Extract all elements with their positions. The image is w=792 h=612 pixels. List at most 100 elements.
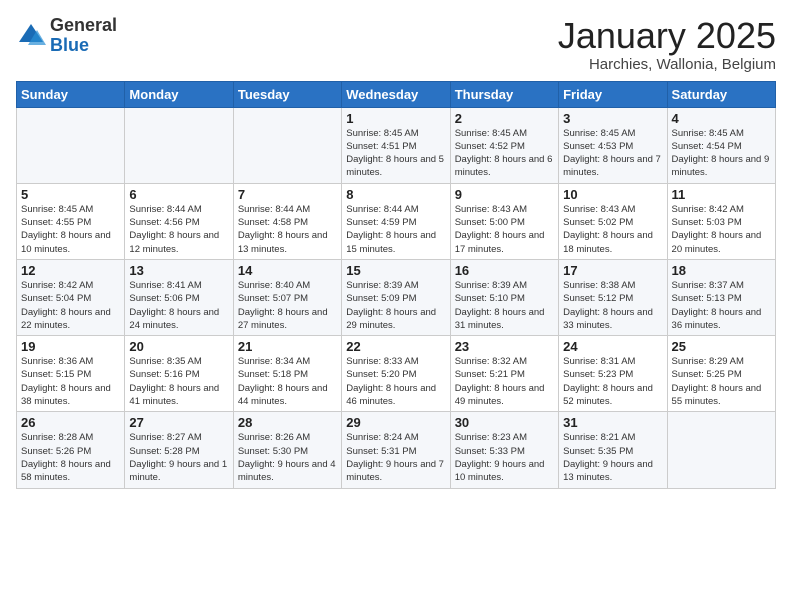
logo-blue-text: Blue: [50, 36, 117, 56]
calendar-day-3: 3Sunrise: 8:45 AM Sunset: 4:53 PM Daylig…: [559, 107, 667, 183]
day-number: 15: [346, 263, 445, 278]
calendar-day-25: 25Sunrise: 8:29 AM Sunset: 5:25 PM Dayli…: [667, 336, 775, 412]
calendar-day-7: 7Sunrise: 8:44 AM Sunset: 4:58 PM Daylig…: [233, 183, 341, 259]
calendar-day-15: 15Sunrise: 8:39 AM Sunset: 5:09 PM Dayli…: [342, 259, 450, 335]
day-info: Sunrise: 8:28 AM Sunset: 5:26 PM Dayligh…: [21, 431, 120, 484]
calendar-day-21: 21Sunrise: 8:34 AM Sunset: 5:18 PM Dayli…: [233, 336, 341, 412]
day-number: 10: [563, 187, 662, 202]
calendar-day-20: 20Sunrise: 8:35 AM Sunset: 5:16 PM Dayli…: [125, 336, 233, 412]
page-container: General Blue January 2025 Harchies, Wall…: [0, 0, 792, 497]
calendar-week-row: 19Sunrise: 8:36 AM Sunset: 5:15 PM Dayli…: [17, 336, 776, 412]
day-number: 31: [563, 415, 662, 430]
day-info: Sunrise: 8:42 AM Sunset: 5:04 PM Dayligh…: [21, 279, 120, 332]
calendar-empty-cell: [667, 412, 775, 488]
day-info: Sunrise: 8:45 AM Sunset: 4:55 PM Dayligh…: [21, 203, 120, 256]
logo-icon: [16, 21, 46, 51]
day-number: 16: [455, 263, 554, 278]
month-title: January 2025: [558, 16, 776, 56]
day-info: Sunrise: 8:29 AM Sunset: 5:25 PM Dayligh…: [672, 355, 771, 408]
calendar-day-30: 30Sunrise: 8:23 AM Sunset: 5:33 PM Dayli…: [450, 412, 558, 488]
calendar-week-row: 5Sunrise: 8:45 AM Sunset: 4:55 PM Daylig…: [17, 183, 776, 259]
day-number: 7: [238, 187, 337, 202]
header: General Blue January 2025 Harchies, Wall…: [16, 16, 776, 73]
day-number: 18: [672, 263, 771, 278]
calendar-week-row: 12Sunrise: 8:42 AM Sunset: 5:04 PM Dayli…: [17, 259, 776, 335]
weekday-header-wednesday: Wednesday: [342, 81, 450, 107]
calendar-day-29: 29Sunrise: 8:24 AM Sunset: 5:31 PM Dayli…: [342, 412, 450, 488]
day-info: Sunrise: 8:36 AM Sunset: 5:15 PM Dayligh…: [21, 355, 120, 408]
calendar-empty-cell: [233, 107, 341, 183]
calendar-day-9: 9Sunrise: 8:43 AM Sunset: 5:00 PM Daylig…: [450, 183, 558, 259]
day-info: Sunrise: 8:32 AM Sunset: 5:21 PM Dayligh…: [455, 355, 554, 408]
day-number: 4: [672, 111, 771, 126]
calendar-day-5: 5Sunrise: 8:45 AM Sunset: 4:55 PM Daylig…: [17, 183, 125, 259]
day-number: 1: [346, 111, 445, 126]
day-info: Sunrise: 8:45 AM Sunset: 4:53 PM Dayligh…: [563, 127, 662, 180]
calendar-empty-cell: [17, 107, 125, 183]
calendar-week-row: 26Sunrise: 8:28 AM Sunset: 5:26 PM Dayli…: [17, 412, 776, 488]
day-info: Sunrise: 8:26 AM Sunset: 5:30 PM Dayligh…: [238, 431, 337, 484]
calendar-table: SundayMondayTuesdayWednesdayThursdayFrid…: [16, 81, 776, 489]
calendar-day-28: 28Sunrise: 8:26 AM Sunset: 5:30 PM Dayli…: [233, 412, 341, 488]
day-number: 12: [21, 263, 120, 278]
day-info: Sunrise: 8:38 AM Sunset: 5:12 PM Dayligh…: [563, 279, 662, 332]
day-info: Sunrise: 8:42 AM Sunset: 5:03 PM Dayligh…: [672, 203, 771, 256]
day-info: Sunrise: 8:41 AM Sunset: 5:06 PM Dayligh…: [129, 279, 228, 332]
day-info: Sunrise: 8:44 AM Sunset: 4:58 PM Dayligh…: [238, 203, 337, 256]
day-number: 11: [672, 187, 771, 202]
calendar-day-16: 16Sunrise: 8:39 AM Sunset: 5:10 PM Dayli…: [450, 259, 558, 335]
weekday-header-friday: Friday: [559, 81, 667, 107]
day-number: 20: [129, 339, 228, 354]
day-number: 2: [455, 111, 554, 126]
day-number: 27: [129, 415, 228, 430]
weekday-header-tuesday: Tuesday: [233, 81, 341, 107]
day-number: 28: [238, 415, 337, 430]
calendar-week-row: 1Sunrise: 8:45 AM Sunset: 4:51 PM Daylig…: [17, 107, 776, 183]
calendar-day-1: 1Sunrise: 8:45 AM Sunset: 4:51 PM Daylig…: [342, 107, 450, 183]
logo: General Blue: [16, 16, 117, 56]
logo-general-text: General: [50, 16, 117, 36]
day-info: Sunrise: 8:34 AM Sunset: 5:18 PM Dayligh…: [238, 355, 337, 408]
weekday-header-saturday: Saturday: [667, 81, 775, 107]
day-number: 30: [455, 415, 554, 430]
day-number: 29: [346, 415, 445, 430]
day-number: 17: [563, 263, 662, 278]
day-info: Sunrise: 8:27 AM Sunset: 5:28 PM Dayligh…: [129, 431, 228, 484]
location: Harchies, Wallonia, Belgium: [558, 56, 776, 73]
day-number: 3: [563, 111, 662, 126]
calendar-day-6: 6Sunrise: 8:44 AM Sunset: 4:56 PM Daylig…: [125, 183, 233, 259]
day-number: 23: [455, 339, 554, 354]
day-info: Sunrise: 8:40 AM Sunset: 5:07 PM Dayligh…: [238, 279, 337, 332]
day-info: Sunrise: 8:21 AM Sunset: 5:35 PM Dayligh…: [563, 431, 662, 484]
weekday-header-monday: Monday: [125, 81, 233, 107]
calendar-day-13: 13Sunrise: 8:41 AM Sunset: 5:06 PM Dayli…: [125, 259, 233, 335]
day-number: 8: [346, 187, 445, 202]
day-info: Sunrise: 8:43 AM Sunset: 5:00 PM Dayligh…: [455, 203, 554, 256]
day-info: Sunrise: 8:39 AM Sunset: 5:09 PM Dayligh…: [346, 279, 445, 332]
calendar-day-17: 17Sunrise: 8:38 AM Sunset: 5:12 PM Dayli…: [559, 259, 667, 335]
weekday-header-thursday: Thursday: [450, 81, 558, 107]
day-info: Sunrise: 8:45 AM Sunset: 4:54 PM Dayligh…: [672, 127, 771, 180]
day-number: 22: [346, 339, 445, 354]
calendar-day-10: 10Sunrise: 8:43 AM Sunset: 5:02 PM Dayli…: [559, 183, 667, 259]
day-number: 14: [238, 263, 337, 278]
day-info: Sunrise: 8:44 AM Sunset: 4:56 PM Dayligh…: [129, 203, 228, 256]
calendar-day-31: 31Sunrise: 8:21 AM Sunset: 5:35 PM Dayli…: [559, 412, 667, 488]
day-info: Sunrise: 8:44 AM Sunset: 4:59 PM Dayligh…: [346, 203, 445, 256]
day-number: 6: [129, 187, 228, 202]
day-info: Sunrise: 8:39 AM Sunset: 5:10 PM Dayligh…: [455, 279, 554, 332]
day-number: 5: [21, 187, 120, 202]
day-number: 13: [129, 263, 228, 278]
logo-text: General Blue: [50, 16, 117, 56]
calendar-empty-cell: [125, 107, 233, 183]
day-info: Sunrise: 8:33 AM Sunset: 5:20 PM Dayligh…: [346, 355, 445, 408]
day-info: Sunrise: 8:37 AM Sunset: 5:13 PM Dayligh…: [672, 279, 771, 332]
calendar-day-18: 18Sunrise: 8:37 AM Sunset: 5:13 PM Dayli…: [667, 259, 775, 335]
day-number: 25: [672, 339, 771, 354]
weekday-header-sunday: Sunday: [17, 81, 125, 107]
day-info: Sunrise: 8:35 AM Sunset: 5:16 PM Dayligh…: [129, 355, 228, 408]
day-info: Sunrise: 8:43 AM Sunset: 5:02 PM Dayligh…: [563, 203, 662, 256]
calendar-day-22: 22Sunrise: 8:33 AM Sunset: 5:20 PM Dayli…: [342, 336, 450, 412]
calendar-day-26: 26Sunrise: 8:28 AM Sunset: 5:26 PM Dayli…: [17, 412, 125, 488]
calendar-day-27: 27Sunrise: 8:27 AM Sunset: 5:28 PM Dayli…: [125, 412, 233, 488]
